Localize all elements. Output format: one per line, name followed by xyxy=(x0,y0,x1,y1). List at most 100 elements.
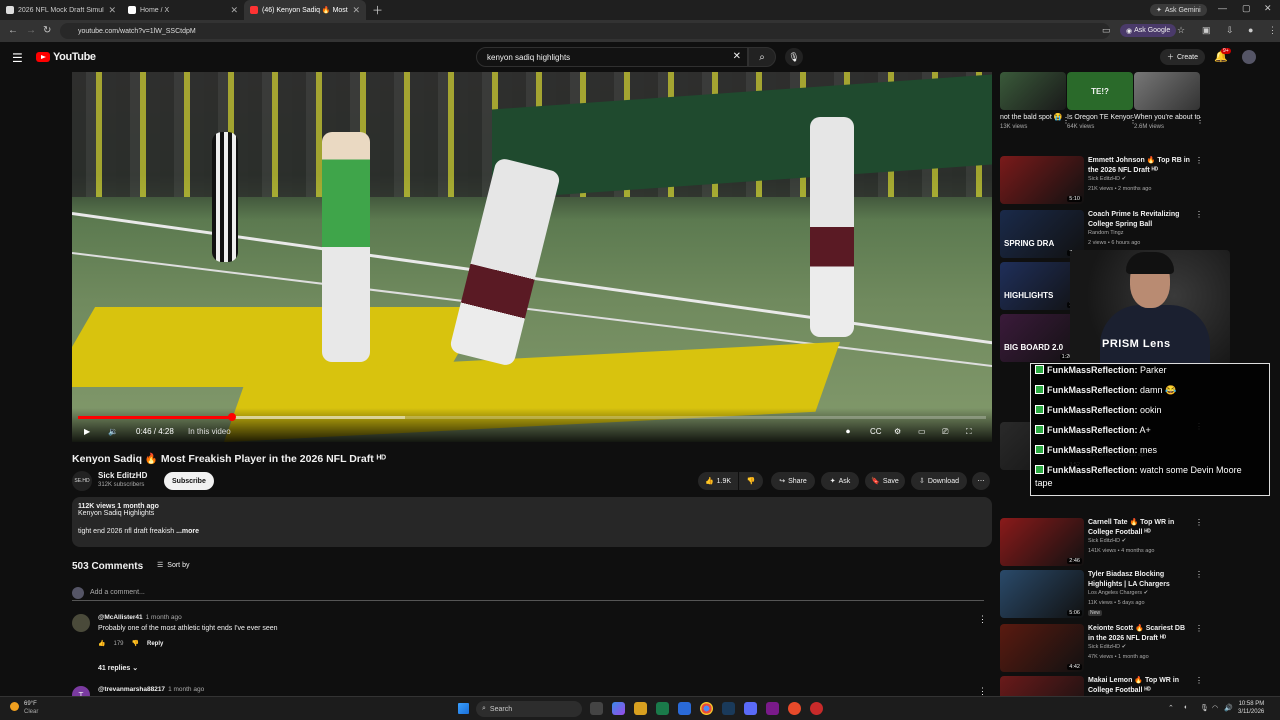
tray-chevron-icon[interactable]: ⌃ xyxy=(1168,704,1174,712)
like-button[interactable]: 👍 1.9K xyxy=(698,472,738,490)
forward-icon[interactable]: → xyxy=(26,25,36,36)
sidepanel-icon[interactable]: ▣ xyxy=(1202,25,1211,36)
channel-name[interactable]: Sick EditzHD xyxy=(98,471,147,480)
account-avatar[interactable] xyxy=(1242,50,1256,64)
app-icon[interactable] xyxy=(788,702,801,715)
chrome-icon[interactable] xyxy=(700,702,713,715)
reload-icon[interactable]: ↻ xyxy=(43,25,51,36)
sort-comments-button[interactable]: ☰ Sort by xyxy=(157,561,189,570)
autoplay-toggle-icon[interactable]: ⏺ xyxy=(846,427,850,437)
short-item[interactable]: TE!? Is Oregon TE Kenyon ... 64K views ⋮ xyxy=(1067,72,1137,130)
short-item[interactable]: not the bald spot 😭 13K views ⋮ xyxy=(1000,72,1070,130)
dislike-button[interactable]: 👎 xyxy=(739,472,763,490)
close-window-icon[interactable]: ✕ xyxy=(1264,3,1272,14)
maximize-icon[interactable]: ▢ xyxy=(1242,3,1251,14)
edge-icon[interactable] xyxy=(678,702,691,715)
video-thumbnail[interactable]: 2:46 xyxy=(1000,518,1084,566)
share-button[interactable]: ↪ Share xyxy=(771,472,815,490)
close-tab-icon[interactable]: ✕ xyxy=(352,5,360,16)
weather-widget[interactable]: 69°F Clear xyxy=(10,700,38,716)
video-menu-icon[interactable]: ⋮ xyxy=(1195,156,1203,165)
wifi-icon[interactable]: ◠ xyxy=(1212,704,1218,712)
search-button[interactable]: ⌕ xyxy=(748,47,776,67)
ask-button[interactable]: ✦ Ask xyxy=(821,472,859,490)
comment-author[interactable]: @trevanmarsha88217 xyxy=(98,686,165,693)
back-icon[interactable]: ← xyxy=(8,25,18,36)
menu-dots-icon[interactable]: ⋮ xyxy=(1268,25,1277,36)
create-button[interactable]: ＋ Create xyxy=(1160,49,1206,65)
speaker-icon[interactable]: 🔊 xyxy=(1224,704,1233,712)
short-menu-icon[interactable]: ⋮ xyxy=(1196,116,1204,125)
url-field[interactable]: youtube.com/watch?v=1lW_SSCtdpM xyxy=(60,23,1110,39)
comment-menu-icon[interactable]: ⋮ xyxy=(978,614,987,625)
commenter-avatar[interactable] xyxy=(72,614,90,632)
windows-start-icon[interactable] xyxy=(458,703,469,714)
miniplayer-icon[interactable]: ▭ xyxy=(918,427,926,436)
tray-app-icon[interactable]: ◐ xyxy=(1184,704,1188,711)
hamburger-menu-icon[interactable]: ☰ xyxy=(12,51,23,65)
youtube-logo[interactable]: YouTube xyxy=(36,51,96,63)
ask-google-button[interactable]: ◉ Ask Google xyxy=(1120,24,1177,37)
recommended-video[interactable]: 2:46 Carnell Tate 🔥 Top WR in College Foo… xyxy=(1000,518,1203,568)
ask-gemini-button[interactable]: ✦ Ask Gemini xyxy=(1150,4,1207,16)
description-box[interactable]: 112K views 1 month ago Kenyon Sadiq High… xyxy=(72,497,992,547)
file-explorer-icon[interactable] xyxy=(634,702,647,715)
recommended-video[interactable]: LEMONMakai Lemon 🔥 Top WR in College Foo… xyxy=(1000,676,1203,696)
copilot-icon[interactable] xyxy=(612,702,625,715)
voice-search-button[interactable]: 🎙 xyxy=(785,48,803,66)
comment-like-icon[interactable]: 👍 xyxy=(98,640,105,647)
close-tab-icon[interactable]: ✕ xyxy=(230,5,238,16)
discord-icon[interactable] xyxy=(744,702,757,715)
video-menu-icon[interactable]: ⋮ xyxy=(1195,210,1203,219)
volume-icon[interactable]: 🔉 xyxy=(108,427,118,436)
system-clock[interactable]: 10:58 PM 3/11/2026 xyxy=(1238,700,1264,716)
more-actions-button[interactable]: ⋯ xyxy=(972,472,990,490)
reply-button[interactable]: Reply xyxy=(147,641,163,647)
clear-search-icon[interactable]: ✕ xyxy=(733,51,741,62)
new-tab-icon[interactable]: ＋ xyxy=(372,2,383,18)
profile-icon[interactable]: ● xyxy=(1248,25,1253,35)
view-replies-button[interactable]: 41 replies ⌄ xyxy=(98,664,138,672)
tab-mock-draft[interactable]: 2026 NFL Mock Draft Simulator ✕ xyxy=(0,0,122,20)
show-more-link[interactable]: ...more xyxy=(176,528,199,535)
channel-avatar[interactable]: SE.HD xyxy=(72,471,92,491)
downloads-icon[interactable]: ⇩ xyxy=(1226,25,1234,36)
bookmark-star-icon[interactable]: ☆ xyxy=(1177,25,1185,36)
app-icon[interactable] xyxy=(656,702,669,715)
fullscreen-icon[interactable]: ⛶ xyxy=(966,427,972,437)
video-thumbnail[interactable]: 5:06 xyxy=(1000,570,1084,618)
close-tab-icon[interactable]: ✕ xyxy=(108,5,116,16)
add-comment-input[interactable]: Add a comment... xyxy=(72,585,984,601)
video-menu-icon[interactable]: ⋮ xyxy=(1195,676,1203,685)
video-thumbnail[interactable]: 5:10 xyxy=(1000,156,1084,204)
video-menu-icon[interactable]: ⋮ xyxy=(1195,624,1203,633)
play-icon[interactable]: ▶ xyxy=(84,427,90,436)
save-button[interactable]: 🔖 Save xyxy=(865,472,905,490)
recommended-video[interactable]: 5:06 Tyler Biadasz Blocking Highlights | … xyxy=(1000,570,1203,620)
video-menu-icon[interactable]: ⋮ xyxy=(1195,570,1203,579)
progress-bar[interactable] xyxy=(78,413,986,421)
taskbar-search[interactable]: ⌕ Search xyxy=(476,701,582,717)
video-thumbnail[interactable]: LEMON xyxy=(1000,676,1084,696)
tab-youtube-video[interactable]: (46) Kenyon Sadiq 🔥 Most Fre... ✕ xyxy=(244,0,366,20)
scrubber-handle[interactable] xyxy=(228,413,237,421)
download-button[interactable]: ⇩ Download xyxy=(911,472,967,490)
video-menu-icon[interactable]: ⋮ xyxy=(1195,518,1203,527)
task-view-icon[interactable] xyxy=(590,702,603,715)
tab-x-home[interactable]: Home / X ✕ xyxy=(122,0,244,20)
search-input[interactable]: kenyon sadiq highlights ✕ xyxy=(476,47,748,67)
chapter-label[interactable]: In this video xyxy=(188,427,231,436)
recommended-video[interactable]: 4:42 Keionte Scott 🔥 Scariest DB in the 2… xyxy=(1000,624,1203,674)
obs-icon[interactable] xyxy=(766,702,779,715)
microphone-icon[interactable]: 🎙 xyxy=(1200,704,1209,712)
settings-gear-icon[interactable]: ⚙ xyxy=(894,427,901,436)
minimize-icon[interactable]: — xyxy=(1218,3,1227,13)
cast-icon[interactable]: ▭ xyxy=(1102,25,1111,36)
video-player[interactable]: ▶ 🔉 0:46 / 4:28 In this video ⏺ CC ⚙ ▭ ⎚… xyxy=(72,72,992,442)
video-thumbnail[interactable]: 4:42 xyxy=(1000,624,1084,672)
comment-author[interactable]: @McAllister41 xyxy=(98,614,143,621)
app-icon[interactable] xyxy=(810,702,823,715)
subscribe-button[interactable]: Subscribe xyxy=(164,472,214,490)
recommended-video[interactable]: 5:10 Emmett Johnson 🔥 Top RB in the 2026 … xyxy=(1000,156,1203,206)
comment-dislike-icon[interactable]: 👎 xyxy=(132,640,139,647)
